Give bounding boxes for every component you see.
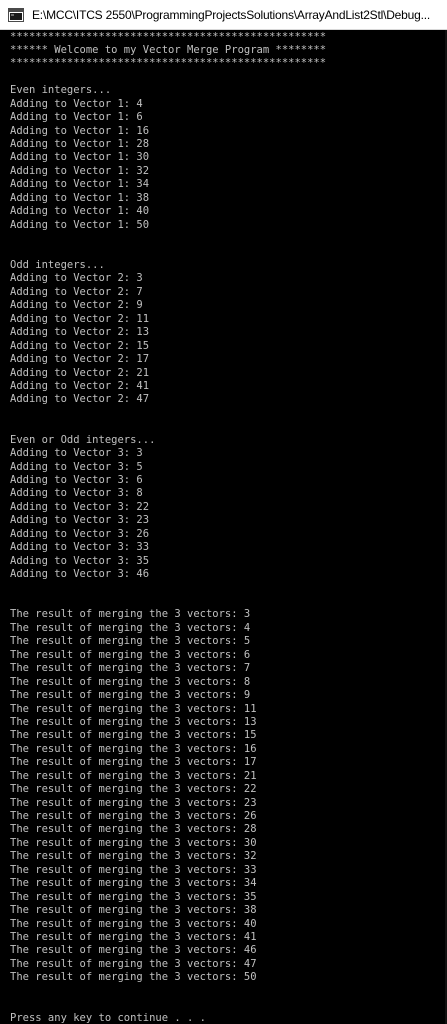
console-line: The result of merging the 3 vectors: 5: [10, 635, 251, 648]
console-line: The result of merging the 3 vectors: 26: [10, 810, 257, 823]
console-line: Adding to Vector 1: 6: [10, 111, 143, 124]
title-bar[interactable]: E:\MCC\ITCS 2550\ProgrammingProjectsSolu…: [0, 0, 447, 30]
console-line: Adding to Vector 2: 17: [10, 353, 150, 366]
console-line: Adding to Vector 2: 47: [10, 393, 150, 406]
console-app-icon: [8, 7, 24, 23]
console-line: The result of merging the 3 vectors: 41: [10, 930, 257, 943]
console-window: E:\MCC\ITCS 2550\ProgrammingProjectsSolu…: [0, 0, 447, 1024]
console-line: The result of merging the 3 vectors: 15: [10, 729, 257, 742]
console-line: Adding to Vector 2: 11: [10, 312, 150, 325]
console-line: The result of merging the 3 vectors: 35: [10, 890, 257, 903]
console-line: Adding to Vector 2: 13: [10, 326, 150, 339]
console-line: The result of merging the 3 vectors: 28: [10, 823, 257, 836]
console-line: Adding to Vector 3: 3: [10, 447, 143, 460]
console-line: The result of merging the 3 vectors: 34: [10, 877, 257, 890]
console-line: Adding to Vector 2: 3: [10, 272, 143, 285]
console-line: The result of merging the 3 vectors: 7: [10, 662, 251, 675]
console-line: Even or Odd integers...: [10, 433, 156, 446]
console-line: Adding to Vector 3: 23: [10, 514, 150, 527]
console-line: Adding to Vector 3: 6: [10, 474, 143, 487]
console-line: Adding to Vector 1: 50: [10, 218, 150, 231]
console-line: Odd integers...: [10, 258, 105, 271]
console-line: Adding to Vector 2: 15: [10, 339, 150, 352]
console-line: The result of merging the 3 vectors: 4: [10, 621, 251, 634]
console-line: Adding to Vector 3: 35: [10, 554, 150, 567]
console-line: Adding to Vector 3: 46: [10, 568, 150, 581]
console-line: Adding to Vector 3: 22: [10, 500, 150, 513]
console-line: Adding to Vector 3: 26: [10, 527, 150, 540]
console-line: The result of merging the 3 vectors: 8: [10, 675, 251, 688]
console-line: Adding to Vector 2: 41: [10, 379, 150, 392]
console-line: Adding to Vector 3: 33: [10, 541, 150, 554]
console-line: ****** Welcome to my Vector Merge Progra…: [10, 43, 327, 56]
console-line: The result of merging the 3 vectors: 17: [10, 756, 257, 769]
console-line: The result of merging the 3 vectors: 13: [10, 715, 257, 728]
console-line: Adding to Vector 2: 7: [10, 285, 143, 298]
console-line: Adding to Vector 1: 38: [10, 191, 150, 204]
console-line: The result of merging the 3 vectors: 46: [10, 944, 257, 957]
console-line: The result of merging the 3 vectors: 33: [10, 863, 257, 876]
console-line: Adding to Vector 1: 34: [10, 178, 150, 191]
console-line: The result of merging the 3 vectors: 16: [10, 742, 257, 755]
console-line: The result of merging the 3 vectors: 21: [10, 769, 257, 782]
console-line: Adding to Vector 1: 28: [10, 138, 150, 151]
console-line: Adding to Vector 1: 4: [10, 97, 143, 110]
console-line: Even integers...: [10, 84, 112, 97]
console-line: Adding to Vector 3: 8: [10, 487, 143, 500]
console-line: Adding to Vector 3: 5: [10, 460, 143, 473]
console-line: The result of merging the 3 vectors: 32: [10, 850, 257, 863]
console-line: Press any key to continue . . .: [10, 1011, 206, 1024]
console-output-area[interactable]: ****************************************…: [0, 30, 447, 1024]
console-line: ****************************************…: [10, 30, 327, 43]
console-line: The result of merging the 3 vectors: 40: [10, 917, 257, 930]
console-line: Adding to Vector 2: 21: [10, 366, 150, 379]
console-line: Adding to Vector 1: 30: [10, 151, 150, 164]
console-line: The result of merging the 3 vectors: 22: [10, 783, 257, 796]
console-line: Adding to Vector 1: 16: [10, 124, 150, 137]
console-line: ****************************************…: [10, 57, 327, 70]
console-line: The result of merging the 3 vectors: 6: [10, 648, 251, 661]
console-line: Adding to Vector 2: 9: [10, 299, 143, 312]
console-line: Adding to Vector 1: 40: [10, 205, 150, 218]
console-line: The result of merging the 3 vectors: 11: [10, 702, 257, 715]
console-line: The result of merging the 3 vectors: 47: [10, 957, 257, 970]
console-line: The result of merging the 3 vectors: 9: [10, 689, 251, 702]
window-title: E:\MCC\ITCS 2550\ProgrammingProjectsSolu…: [32, 7, 430, 22]
console-line: The result of merging the 3 vectors: 50: [10, 971, 257, 984]
console-line: The result of merging the 3 vectors: 3: [10, 608, 251, 621]
console-line: The result of merging the 3 vectors: 38: [10, 904, 257, 917]
console-line: The result of merging the 3 vectors: 30: [10, 836, 257, 849]
console-line: The result of merging the 3 vectors: 23: [10, 796, 257, 809]
console-line: Adding to Vector 1: 32: [10, 164, 150, 177]
